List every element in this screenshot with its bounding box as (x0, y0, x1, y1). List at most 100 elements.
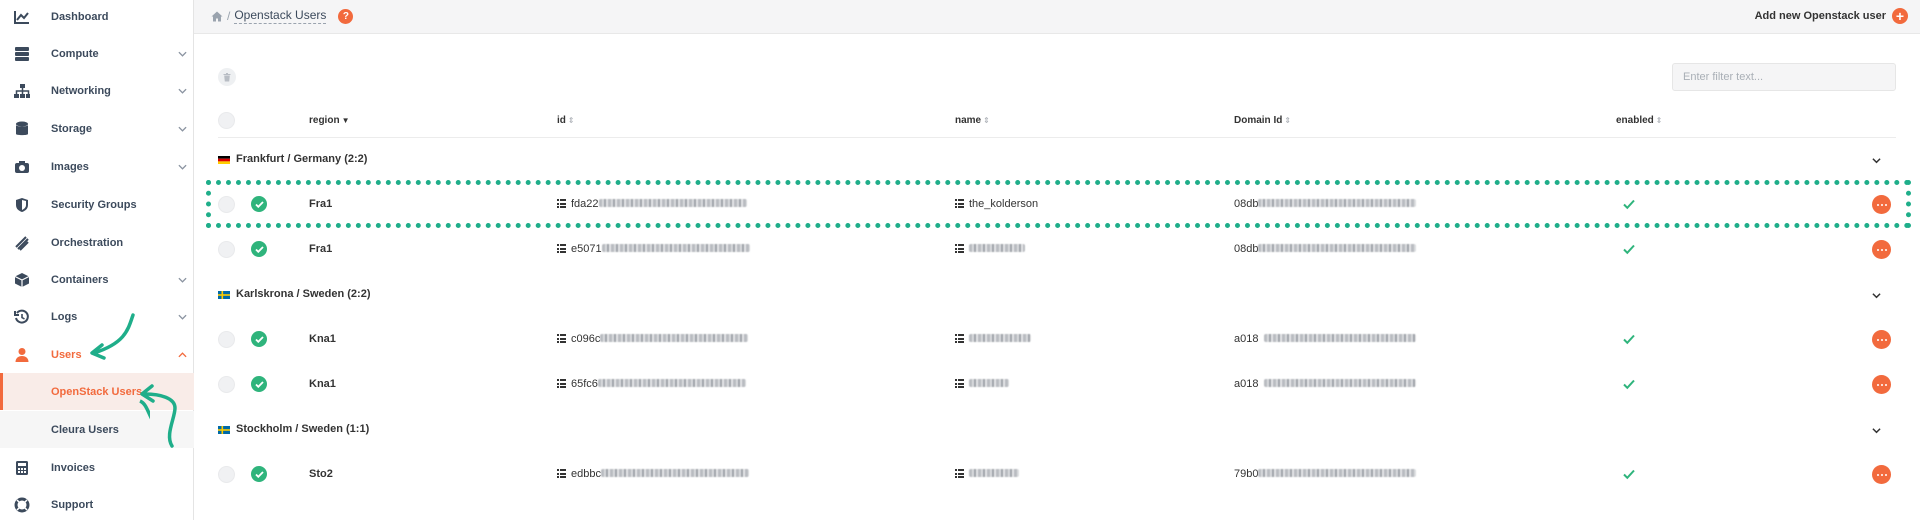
select-all-checkbox[interactable] (218, 112, 235, 129)
row-checkbox[interactable] (218, 196, 235, 213)
domain-text: a018 (1234, 333, 1259, 345)
sidebar-item-containers[interactable]: Containers (0, 261, 194, 298)
box-icon (13, 271, 31, 289)
filter-input[interactable] (1672, 63, 1896, 91)
column-header-region[interactable]: region ▼ (309, 115, 349, 126)
sidebar-item-storage[interactable]: Storage (0, 110, 194, 147)
id-text: fda22 (571, 198, 599, 210)
id-text: 65fc6 (571, 378, 598, 390)
history-icon (13, 308, 31, 326)
table-row[interactable]: Kna1 c096c a018 (218, 318, 1896, 362)
table-icon (955, 244, 964, 253)
cell-id[interactable]: 65fc6 (557, 378, 746, 390)
id-text: e5071 (571, 243, 602, 255)
column-header-id[interactable]: id ⇕ (557, 115, 575, 126)
row-checkbox[interactable] (218, 376, 235, 393)
sort-icon: ⇕ (1284, 116, 1292, 125)
redacted-text (969, 469, 1019, 477)
sidebar-item-support[interactable]: Support (0, 486, 194, 520)
cell-region: Fra1 (309, 243, 333, 255)
table-row[interactable]: Kna1 65fc6 a018 (218, 363, 1896, 407)
sidebar-item-images[interactable]: Images (0, 148, 194, 185)
breadcrumb: / Openstack Users ? (211, 8, 354, 24)
server-icon (13, 45, 31, 63)
name-text: the_kolderson (969, 198, 1039, 210)
sidebar-item-dashboard[interactable]: Dashboard (0, 0, 194, 35)
table-icon (557, 469, 566, 478)
redacted-text (601, 244, 750, 252)
sort-desc-icon: ▼ (341, 116, 350, 125)
id-text: edbbc (571, 468, 601, 480)
chevron-down-icon[interactable] (1872, 291, 1881, 300)
sidebar-item-label: Containers (51, 273, 109, 286)
column-label: enabled (1616, 115, 1654, 126)
cell-id[interactable]: edbbc (557, 468, 749, 480)
table-icon (557, 379, 566, 388)
annotation-arrow-2 (140, 384, 177, 448)
row-checkbox[interactable] (218, 331, 235, 348)
help-icon[interactable]: ? (338, 8, 354, 24)
row-actions-button[interactable] (1872, 375, 1891, 394)
status-ok-icon (251, 241, 267, 257)
page-title: Openstack Users (234, 8, 327, 24)
cell-id[interactable]: e5071 (557, 243, 750, 255)
row-actions-button[interactable] (1872, 240, 1891, 259)
check-icon (1623, 244, 1635, 255)
add-openstack-user-button[interactable]: Add new Openstack user + (1755, 8, 1908, 24)
home-icon[interactable] (211, 11, 223, 22)
row-checkbox[interactable] (218, 241, 235, 258)
network-icon (13, 82, 31, 100)
cell-id[interactable]: fda22 (557, 198, 747, 210)
table-icon (557, 244, 566, 253)
layers-icon (13, 234, 31, 252)
sidebar-item-invoices[interactable]: Invoices (0, 449, 194, 486)
group-row-frankfurt[interactable]: Frankfurt / Germany (2:2) (218, 144, 1896, 174)
sidebar-item-compute[interactable]: Compute (0, 35, 194, 72)
redacted-text (969, 244, 1025, 252)
table-row[interactable]: Fra1 e5071 08db (218, 228, 1896, 272)
row-checkbox[interactable] (218, 466, 235, 483)
cell-id[interactable]: c096c (557, 333, 749, 345)
column-header-name[interactable]: name ⇕ (955, 115, 990, 126)
breadcrumb-separator: / (227, 9, 231, 23)
table-icon (955, 334, 964, 343)
header-bar: / Openstack Users ? Add new Openstack us… (194, 0, 1920, 34)
column-label: region (309, 115, 340, 126)
table-icon (955, 199, 964, 208)
group-row-stockholm[interactable]: Stockholm / Sweden (1:1) (218, 414, 1896, 444)
cell-domain-id: 08db (1234, 198, 1417, 210)
sidebar-item-label: Storage (51, 122, 92, 135)
table-row[interactable]: Fra1 fda22 the_kolderson 08db (218, 183, 1896, 227)
row-actions-button[interactable] (1872, 465, 1891, 484)
redacted-text (969, 334, 1031, 342)
sidebar-item-label: Orchestration (51, 236, 124, 249)
table-header: region ▼ id ⇕ name ⇕ Domain Id ⇕ enabled ⇕ (218, 104, 1896, 138)
delete-selected-button[interactable] (218, 68, 236, 86)
group-label: Frankfurt / Germany (2:2) (236, 153, 368, 165)
sidebar-item-orchestration[interactable]: Orchestration (0, 224, 194, 261)
sweden-flag-icon (218, 291, 230, 299)
sidebar-item-label: Images (51, 160, 89, 173)
chevron-down-icon[interactable] (1872, 426, 1881, 435)
chevron-down-icon[interactable] (1872, 156, 1881, 165)
row-actions-button[interactable] (1872, 330, 1891, 349)
trash-icon (223, 72, 231, 81)
redacted-text (600, 469, 749, 477)
chevron-down-icon (178, 88, 187, 94)
sort-icon: ⇕ (567, 116, 575, 125)
sidebar-item-networking[interactable]: Networking (0, 72, 194, 109)
column-header-domain-id[interactable]: Domain Id ⇕ (1234, 115, 1291, 126)
table-row[interactable]: Sto2 edbbc 79b0 (218, 453, 1896, 497)
column-header-enabled[interactable]: enabled ⇕ (1616, 115, 1663, 126)
group-row-karlskrona[interactable]: Karlskrona / Sweden (2:2) (218, 279, 1896, 309)
chevron-down-icon (178, 277, 187, 283)
redacted-text (1264, 334, 1417, 342)
sort-icon: ⇕ (1655, 116, 1663, 125)
table-icon (955, 379, 964, 388)
row-actions-button[interactable] (1872, 195, 1891, 214)
column-label: name (955, 115, 982, 126)
sidebar-item-security-groups[interactable]: Security Groups (0, 186, 194, 223)
calculator-icon (13, 459, 31, 477)
status-ok-icon (251, 466, 267, 482)
redacted-text (1264, 379, 1417, 387)
